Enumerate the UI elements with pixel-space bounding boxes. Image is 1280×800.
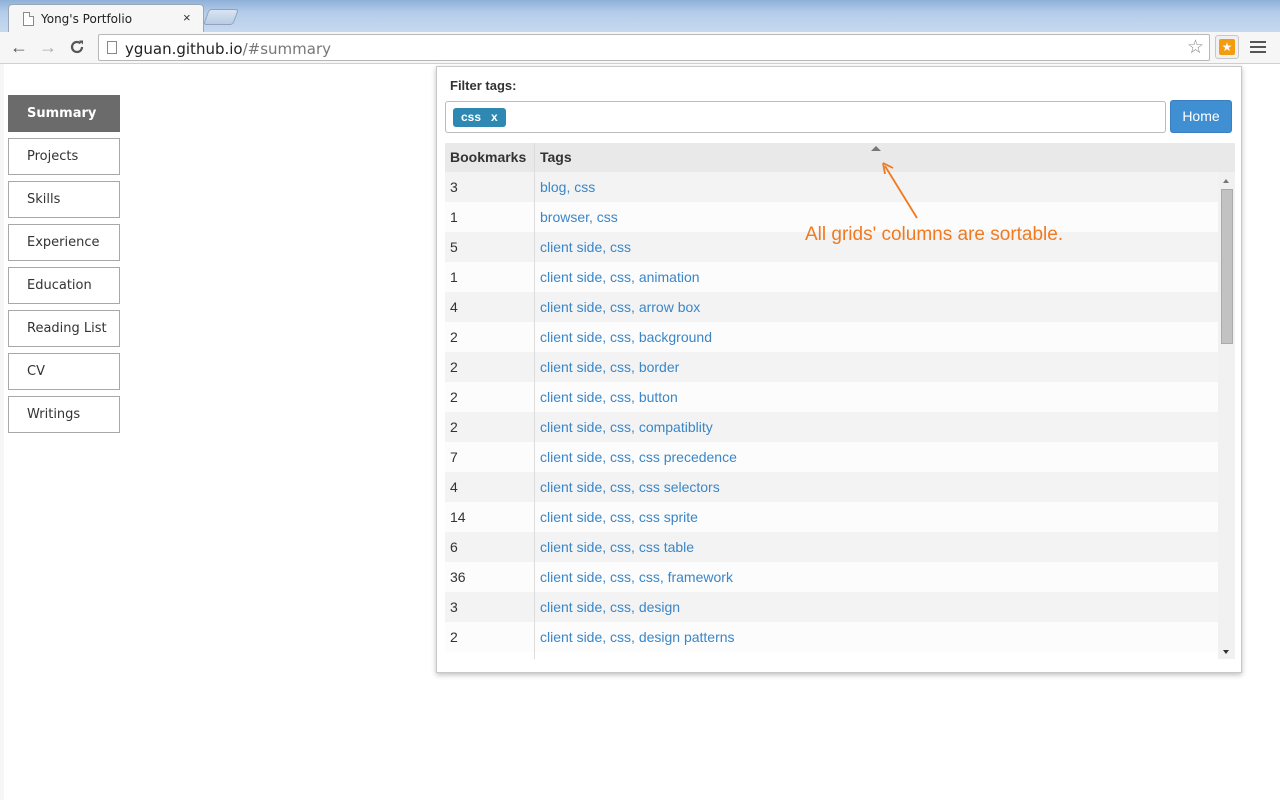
tags-link[interactable]: client side, css, button (540, 382, 678, 412)
table-row[interactable]: 2 client side, css, border (445, 352, 1218, 382)
table-row[interactable]: 2 client side, css, design patterns (445, 622, 1218, 652)
tags-link[interactable]: client side, css, css sprite (540, 502, 698, 532)
url-path: /#summary (242, 40, 331, 58)
bookmark-count: 6 (450, 539, 458, 555)
table-row[interactable]: 14 client side, css, css sprite (445, 502, 1218, 532)
annotation-arrow-icon (882, 162, 918, 219)
table-row[interactable]: 7 client side, css, css precedence (445, 442, 1218, 472)
table-row[interactable]: 1 client side, css, animation (445, 262, 1218, 292)
bookmark-count: 36 (450, 569, 466, 585)
browser-tab[interactable]: Yong's Portfolio × (8, 4, 204, 32)
table-row[interactable]: 3 client side, css, design (445, 592, 1218, 622)
tags-link[interactable]: client side, css, compatiblity (540, 412, 713, 442)
menu-icon[interactable] (1250, 38, 1266, 56)
nav-item-education[interactable]: Education (8, 267, 120, 304)
bookmark-count: 5 (450, 239, 458, 255)
nav-item-experience[interactable]: Experience (8, 224, 120, 261)
bookmark-popup: Filter tags: css x Home Bookmarks Tags 3 b… (436, 66, 1242, 673)
bookmark-count: 1 (450, 209, 458, 225)
nav-item-projects[interactable]: Projects (8, 138, 120, 175)
table-row[interactable]: 3 blog, css (445, 172, 1218, 202)
filter-label: Filter tags: (450, 78, 517, 93)
bookmark-count: 4 (450, 299, 458, 315)
side-nav: Summary Projects Skills Experience Educa… (8, 95, 120, 439)
tag-filter-input[interactable]: css x (445, 101, 1166, 133)
bookmark-count: 1 (450, 269, 458, 285)
home-button[interactable]: Home (1170, 100, 1232, 133)
table-row[interactable]: 2 client side, css, background (445, 322, 1218, 352)
url-text[interactable]: yguan.github.io/#summary (125, 40, 331, 58)
tags-link[interactable]: client side, css (540, 232, 631, 262)
bookmark-count: 2 (450, 419, 458, 435)
address-bar[interactable]: yguan.github.io/#summary ☆ (98, 34, 1210, 61)
nav-item-summary[interactable]: Summary (8, 95, 120, 132)
table-row[interactable]: 36 client side, css, css, framework (445, 562, 1218, 592)
page-edge (0, 64, 4, 800)
scroll-up-icon[interactable] (1223, 179, 1229, 183)
table-row[interactable]: 2 client side, css, compatiblity (445, 412, 1218, 442)
table-row[interactable]: 6 client side, css, css table (445, 532, 1218, 562)
tags-link[interactable]: client side, css, arrow box (540, 292, 700, 322)
sort-ascending-icon (871, 146, 881, 151)
nav-item-writings[interactable]: Writings (8, 396, 120, 433)
tags-link[interactable]: browser, css (540, 202, 618, 232)
remove-tag-icon[interactable]: x (491, 110, 498, 124)
page-icon (107, 41, 117, 54)
bookmark-count: 3 (450, 599, 458, 615)
tags-link[interactable]: client side, css, animation (540, 262, 700, 292)
bookmark-star-icon[interactable]: ☆ (1187, 36, 1204, 59)
browser-toolbar: ← → yguan.github.io/#summary ☆ (0, 32, 1280, 64)
scroll-down-icon[interactable] (1223, 650, 1229, 654)
tag-chip: css x (453, 108, 506, 127)
new-tab-button[interactable] (203, 9, 239, 25)
tags-link[interactable]: client side, css, design patterns (540, 622, 735, 652)
scrollbar-thumb[interactable] (1221, 189, 1233, 344)
bookmark-count: 3 (450, 179, 458, 195)
tab-title: Yong's Portfolio (41, 12, 133, 26)
nav-item-reading-list[interactable]: Reading List (8, 310, 120, 347)
nav-item-skills[interactable]: Skills (8, 181, 120, 218)
table-row[interactable]: 2 client side, css, button (445, 382, 1218, 412)
tags-link[interactable]: client side, css, background (540, 322, 712, 352)
table-row[interactable]: 4 client side, css, arrow box (445, 292, 1218, 322)
nav-item-cv[interactable]: CV (8, 353, 120, 390)
bookmark-count: 2 (450, 389, 458, 405)
back-arrow-icon[interactable]: ← (8, 36, 30, 58)
bookmark-count: 2 (450, 329, 458, 345)
star-icon: ★ (1219, 39, 1235, 55)
tags-link[interactable]: blog, css (540, 172, 595, 202)
forward-arrow-icon[interactable]: → (37, 36, 59, 58)
page-icon (23, 12, 34, 26)
tags-link[interactable]: client side, css, design (540, 592, 680, 622)
bookmark-count: 14 (450, 509, 466, 525)
tags-link[interactable]: client side, css, css, framework (540, 562, 733, 592)
tags-grid: Bookmarks Tags 3 blog, css 1 browser, css 5 c… (445, 143, 1235, 659)
column-header-tags[interactable]: Tags (540, 143, 572, 172)
bookmark-count: 2 (450, 629, 458, 645)
bookmark-count: 7 (450, 449, 458, 465)
grid-scrollbar[interactable] (1218, 172, 1235, 659)
tag-chip-label: css (461, 110, 482, 124)
tags-link[interactable]: client side, css, css precedence (540, 442, 737, 472)
bookmark-count: 4 (450, 479, 458, 495)
extension-button[interactable]: ★ (1215, 35, 1239, 59)
reload-icon[interactable] (66, 36, 88, 58)
table-row[interactable]: 4 client side, css, css selectors (445, 472, 1218, 502)
grid-header: Bookmarks Tags (445, 143, 1235, 172)
tags-link[interactable]: client side, css, css selectors (540, 472, 720, 502)
column-divider (534, 143, 535, 659)
tags-link[interactable]: client side, css, border (540, 352, 679, 382)
tab-strip: Yong's Portfolio × (0, 0, 1280, 32)
url-host: yguan.github.io (125, 40, 243, 58)
close-tab-icon[interactable]: × (183, 10, 191, 25)
column-header-bookmarks[interactable]: Bookmarks (450, 143, 526, 172)
bookmark-count: 2 (450, 359, 458, 375)
annotation-text: All grids' columns are sortable. (805, 224, 1064, 245)
tags-link[interactable]: client side, css, css table (540, 532, 694, 562)
